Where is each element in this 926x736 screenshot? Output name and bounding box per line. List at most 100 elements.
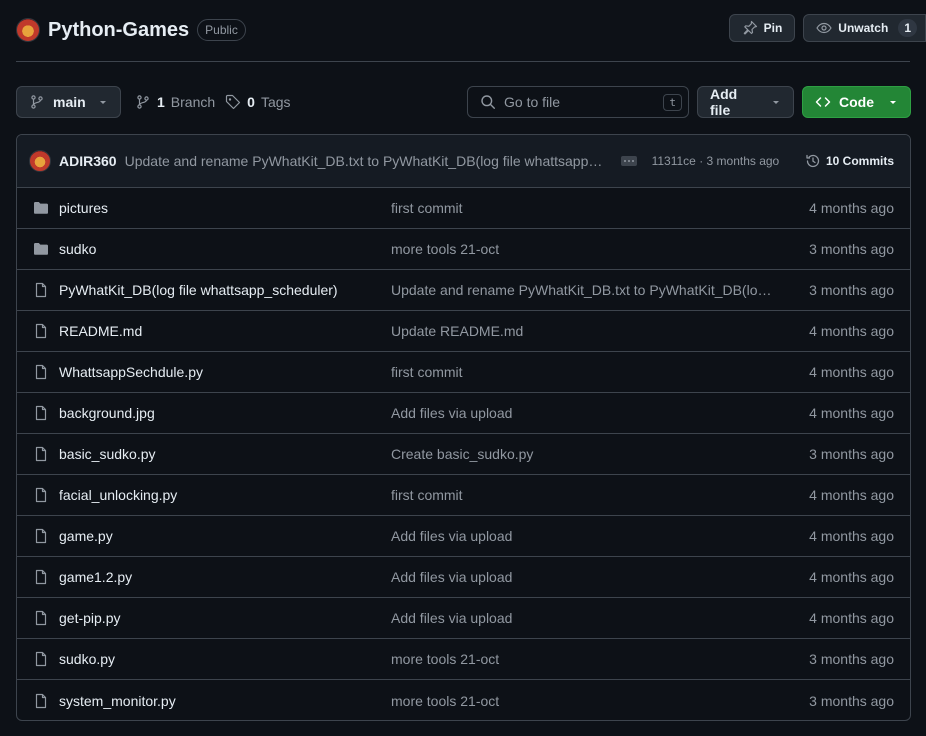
branch-count: 1: [157, 94, 165, 110]
eye-icon: [816, 20, 832, 36]
file-commit-message-link[interactable]: first commit: [391, 487, 777, 503]
file-name-link[interactable]: PyWhatKit_DB(log file whattsapp_schedule…: [59, 282, 359, 298]
repo-header: Python-Games Public Pin Unwatch 1: [16, 14, 926, 44]
file-commit-time: 3 months ago: [809, 282, 894, 298]
file-row[interactable]: get-pip.py Add files via upload 4 months a…: [17, 598, 910, 639]
file-icon: [33, 364, 49, 380]
file-row[interactable]: facial_unlocking.py first commit 4 months …: [17, 475, 910, 516]
file-row[interactable]: system_monitor.py more tools 21-oct 3 mont…: [17, 680, 910, 720]
file-icon: [33, 569, 49, 585]
file-commit-time: 4 months ago: [809, 200, 894, 216]
commit-hash-time[interactable]: 11311ce · 3 months ago: [652, 154, 780, 168]
folder-icon: [33, 200, 49, 216]
file-name-link[interactable]: sudko: [59, 241, 359, 257]
search-shortcut-key: t: [663, 93, 682, 111]
code-icon: [815, 94, 831, 110]
file-name-link[interactable]: WhattsappSechdule.py: [59, 364, 359, 380]
file-commit-message-link[interactable]: Add files via upload: [391, 610, 777, 626]
file-icon: [33, 487, 49, 503]
folder-icon: [33, 241, 49, 257]
file-commit-time: 4 months ago: [809, 405, 894, 421]
chevron-down-icon: [771, 97, 781, 107]
file-row[interactable]: basic_sudko.py Create basic_sudko.py 3 mon…: [17, 434, 910, 475]
file-name-link[interactable]: README.md: [59, 323, 359, 339]
file-row[interactable]: WhattsappSechdule.py first commit 4 months…: [17, 352, 910, 393]
file-commit-message-link[interactable]: more tools 21-oct: [391, 651, 777, 667]
file-commit-message-link[interactable]: Update README.md: [391, 323, 777, 339]
pin-label: Pin: [763, 21, 783, 35]
file-row[interactable]: sudko.py more tools 21-oct 3 months ago: [17, 639, 910, 680]
file-icon: [33, 282, 49, 298]
file-commit-message-link[interactable]: more tools 21-oct: [391, 693, 777, 709]
file-row[interactable]: PyWhatKit_DB(log file whattsapp_schedule…: [17, 270, 910, 311]
file-icon: [33, 446, 49, 462]
add-file-label: Add file: [710, 86, 738, 118]
file-browser: ADIR360 Update and rename PyWhatKit_DB.t…: [16, 134, 911, 721]
file-commit-time: 4 months ago: [809, 323, 894, 339]
header-actions: Pin Unwatch 1: [728, 14, 926, 42]
file-name-link[interactable]: facial_unlocking.py: [59, 487, 359, 503]
file-row[interactable]: README.md Update README.md 4 months ago: [17, 311, 910, 352]
file-name-link[interactable]: game.py: [59, 528, 359, 544]
file-name-link[interactable]: basic_sudko.py: [59, 446, 359, 462]
file-row[interactable]: sudko more tools 21-oct 3 months ago: [17, 229, 910, 270]
file-commit-message-link[interactable]: first commit: [391, 364, 777, 380]
unwatch-button[interactable]: Unwatch 1: [803, 14, 926, 42]
file-icon: [33, 651, 49, 667]
watch-count: 1: [898, 19, 917, 37]
file-name-link[interactable]: sudko.py: [59, 651, 359, 667]
file-commit-time: 4 months ago: [809, 528, 894, 544]
branch-name: main: [53, 94, 86, 110]
unwatch-label: Unwatch: [838, 21, 889, 35]
file-name-link[interactable]: system_monitor.py: [59, 693, 359, 709]
file-commit-message-link[interactable]: Add files via upload: [391, 528, 777, 544]
file-commit-message-link[interactable]: Create basic_sudko.py: [391, 446, 777, 462]
file-commit-time: 3 months ago: [809, 446, 894, 462]
commit-author[interactable]: ADIR360: [59, 153, 117, 169]
header-divider: [16, 61, 910, 62]
file-name-link[interactable]: game1.2.py: [59, 569, 359, 585]
file-row[interactable]: game.py Add files via upload 4 months ago: [17, 516, 910, 557]
owner-avatar[interactable]: [16, 18, 40, 42]
file-name-link[interactable]: pictures: [59, 200, 359, 216]
file-icon: [33, 323, 49, 339]
commits-history-link[interactable]: 10 Commits: [805, 153, 894, 169]
tags-link[interactable]: 0 Tags: [225, 94, 291, 110]
code-label: Code: [839, 94, 874, 110]
tag-count: 0: [247, 94, 255, 110]
branch-selector[interactable]: main: [16, 86, 121, 118]
history-icon: [805, 153, 821, 169]
tag-count-label: Tags: [260, 94, 291, 110]
commit-message[interactable]: Update and rename PyWhatKit_DB.txt to Py…: [125, 153, 603, 169]
file-commit-message-link[interactable]: Add files via upload: [391, 569, 777, 585]
pin-button[interactable]: Pin: [728, 14, 796, 42]
expand-commit-message-button[interactable]: [620, 156, 637, 166]
file-commit-time: 3 months ago: [809, 241, 894, 257]
file-commit-time: 3 months ago: [809, 651, 894, 667]
commit-author-avatar[interactable]: [29, 150, 51, 172]
file-row[interactable]: pictures first commit 4 months ago: [17, 188, 910, 229]
visibility-badge: Public: [197, 19, 246, 41]
file-name-link[interactable]: background.jpg: [59, 405, 359, 421]
file-name-link[interactable]: get-pip.py: [59, 610, 359, 626]
chevron-down-icon: [98, 97, 108, 107]
file-commit-time: 4 months ago: [809, 487, 894, 503]
tag-icon: [225, 94, 241, 110]
toolbar-actions: Go to file t Add file Code: [467, 86, 911, 118]
file-list: pictures first commit 4 months ago sudko mor…: [17, 188, 910, 720]
code-button[interactable]: Code: [802, 86, 911, 118]
file-commit-message-link[interactable]: Update and rename PyWhatKit_DB.txt to Py…: [391, 282, 777, 298]
repo-name[interactable]: Python-Games: [48, 19, 189, 42]
file-commit-message-link[interactable]: Add files via upload: [391, 405, 777, 421]
git-branch-icon: [29, 94, 45, 110]
file-commit-message-link[interactable]: first commit: [391, 200, 777, 216]
add-file-button[interactable]: Add file: [697, 86, 794, 118]
file-commit-message-link[interactable]: more tools 21-oct: [391, 241, 777, 257]
repo-toolbar: main 1 Branch 0 Tags Go to file t Add fi…: [16, 86, 911, 118]
branches-link[interactable]: 1 Branch: [135, 94, 215, 110]
file-row[interactable]: background.jpg Add files via upload 4 mont…: [17, 393, 910, 434]
file-row[interactable]: game1.2.py Add files via upload 4 months a…: [17, 557, 910, 598]
go-to-file-input[interactable]: Go to file t: [467, 86, 689, 118]
search-placeholder: Go to file: [504, 94, 561, 110]
file-commit-time: 4 months ago: [809, 569, 894, 585]
